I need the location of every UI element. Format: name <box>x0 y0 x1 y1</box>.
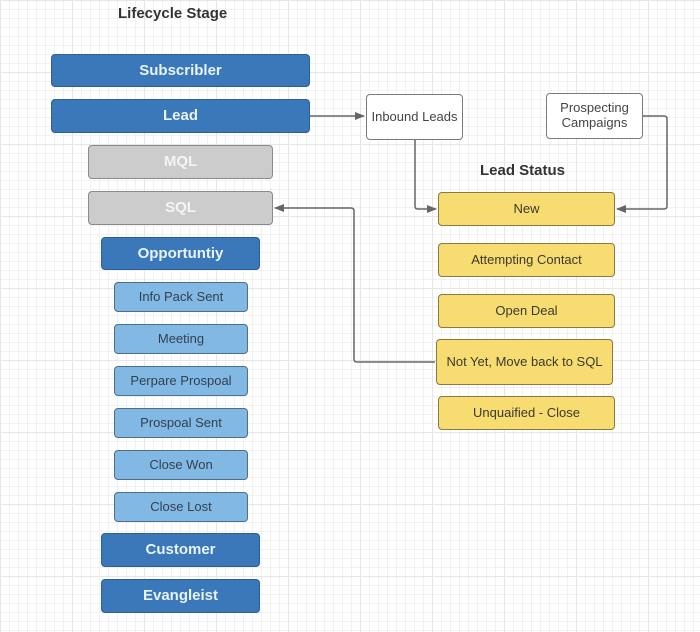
status-open-deal[interactable]: Open Deal <box>438 294 615 328</box>
status-attempting-contact[interactable]: Attempting Contact <box>438 243 615 277</box>
stage-customer[interactable]: Customer <box>101 533 260 567</box>
substage-close-won[interactable]: Close Won <box>114 450 248 480</box>
stage-mql[interactable]: MQL <box>88 145 273 179</box>
connector-notyet-to-sql <box>274 204 435 363</box>
substage-prepare-proposal[interactable]: Perpare Prospoal <box>114 366 248 396</box>
status-new[interactable]: New <box>438 192 615 226</box>
lifecycle-stage-title: Lifecycle Stage <box>118 5 228 22</box>
stage-subscriber[interactable]: Subscribler <box>51 54 310 87</box>
stage-lead[interactable]: Lead <box>51 99 310 133</box>
connector-inbound-to-new <box>414 140 437 213</box>
lead-status-title: Lead Status <box>480 162 566 179</box>
substage-close-lost[interactable]: Close Lost <box>114 492 248 522</box>
substage-info-pack-sent[interactable]: Info Pack Sent <box>114 282 248 312</box>
source-inbound-leads[interactable]: Inbound Leads <box>366 94 463 140</box>
substage-meeting[interactable]: Meeting <box>114 324 248 354</box>
stage-opportunity[interactable]: Opportuntiy <box>101 237 260 270</box>
substage-proposal-sent[interactable]: Prospoal Sent <box>114 408 248 438</box>
source-prospecting-campaigns[interactable]: Prospecting Campaigns <box>546 93 643 139</box>
stage-evangelist[interactable]: Evangleist <box>101 579 260 613</box>
stage-sql[interactable]: SQL <box>88 191 273 225</box>
status-unqualified-close[interactable]: Unquaified - Close <box>438 396 615 430</box>
status-not-yet-move-back-to-sql[interactable]: Not Yet, Move back to SQL <box>436 339 613 385</box>
